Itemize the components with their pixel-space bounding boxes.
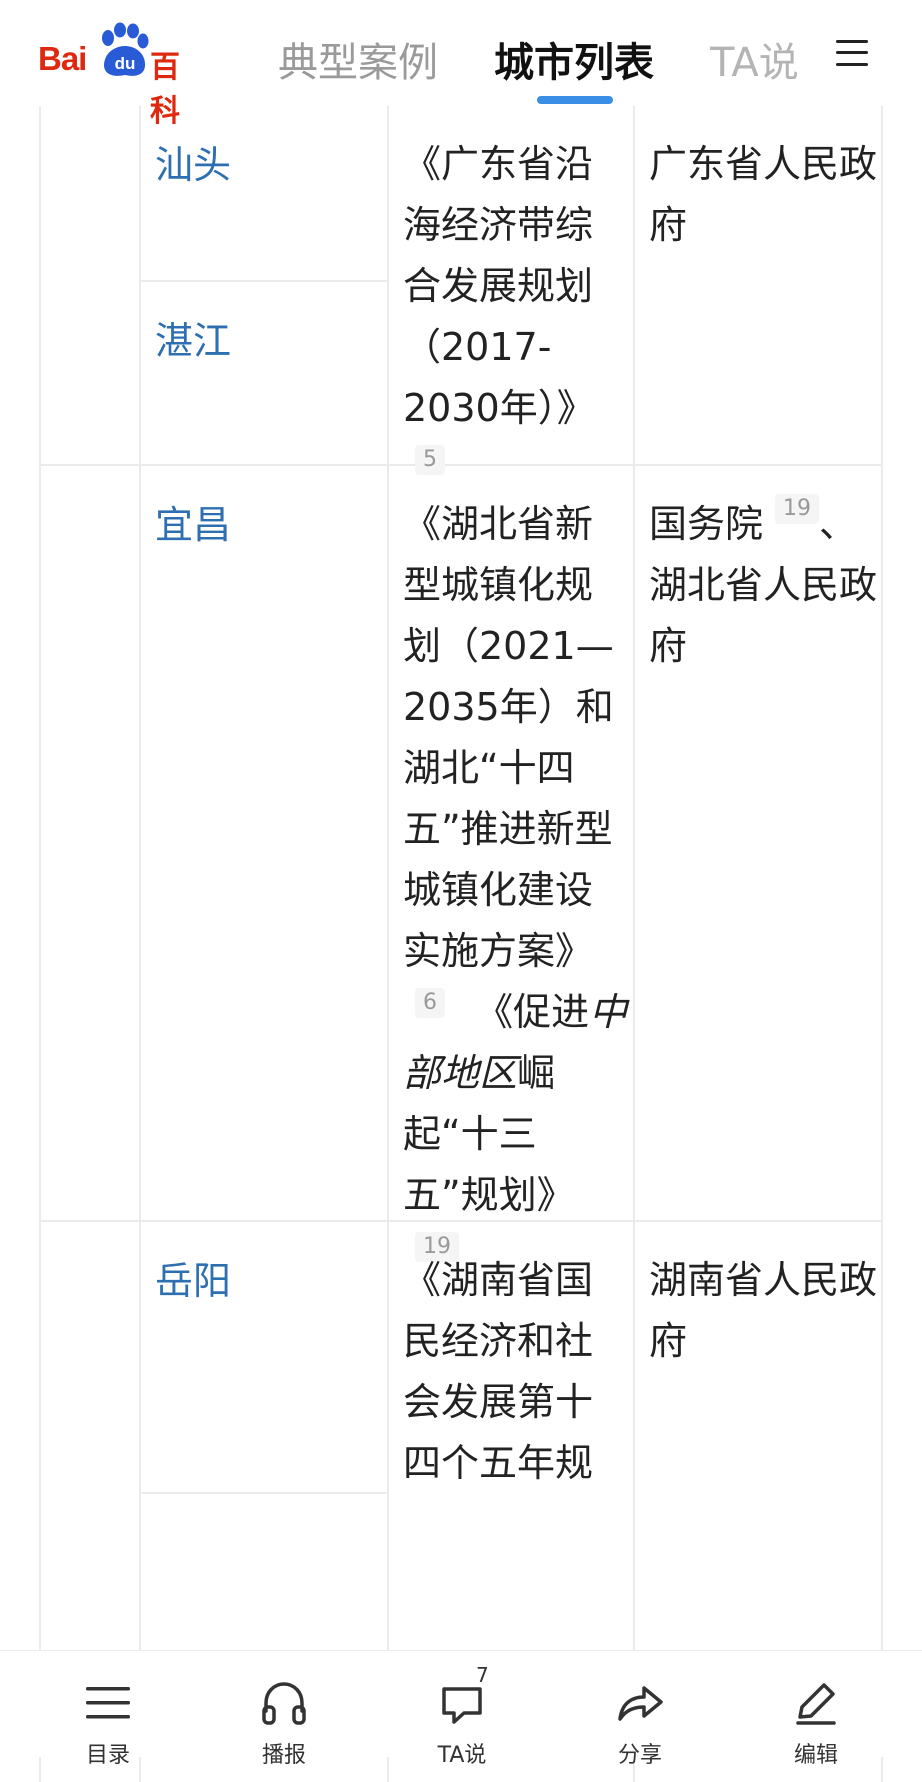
plan-text: 《湖南省国民经济和社会发展第十四个五年规 <box>403 1258 594 1485</box>
catalog-button[interactable]: 目录 <box>48 1651 168 1768</box>
share-label: 分享 <box>617 1743 662 1768</box>
broadcast-label: 播报 <box>261 1743 306 1768</box>
tab-city-list[interactable]: 城市列表 <box>494 30 654 88</box>
broadcast-button[interactable]: 播报 <box>224 1651 344 1768</box>
edit-button[interactable]: 编辑 <box>756 1651 876 1768</box>
headphones-icon <box>262 1682 306 1725</box>
baidu-paw-icon: du <box>102 22 149 76</box>
svg-text:du: du <box>115 54 136 73</box>
government-cell: 国务院 19 、湖北省人民政府 <box>649 494 879 677</box>
government-cell: 广东省人民政府 <box>649 134 879 256</box>
government-cell: 湖南省人民政府 <box>649 1250 879 1372</box>
city-link-yichang[interactable]: 宜昌 <box>155 494 231 549</box>
city-cell: 岳阳 <box>141 1222 387 1494</box>
city-cell: 宜昌 <box>141 466 387 1220</box>
table-row: 汕头 湛江 《广东省沿海经济带综合发展规划（2017-2030年）》 5 广东省… <box>39 106 883 475</box>
bottom-toolbar: 目录 播报 7 TA说 分享 编辑 <box>0 1650 922 1768</box>
city-link-zhanjiang[interactable]: 湛江 <box>155 310 231 365</box>
edit-label: 编辑 <box>793 1743 838 1768</box>
table-row: 宜昌 《湖北省新型城镇化规划（2021—2035年）和湖北“十四五”推进新型城镇… <box>39 466 883 1262</box>
city-cell: 湛江 <box>141 282 387 464</box>
pencil-icon <box>796 1683 836 1725</box>
government-text: 湖南省人民政府 <box>649 1258 878 1363</box>
plan-cell: 《广东省沿海经济带综合发展规划（2017-2030年）》 5 <box>403 134 629 500</box>
government-text: 国务院 <box>649 502 764 546</box>
logo-text-baike: 百科 <box>150 50 180 129</box>
city-list-table: 汕头 湛江 《广东省沿海经济带综合发展规划（2017-2030年）》 5 广东省… <box>39 106 883 1782</box>
list-icon <box>86 1687 130 1719</box>
comment-count-badge: 7 <box>476 1663 489 1687</box>
reference-marker[interactable]: 19 <box>775 494 820 524</box>
plan-text: 《促进中部地区崛起“十三五”规划》 <box>403 990 628 1217</box>
reference-marker[interactable]: 6 <box>415 988 445 1018</box>
top-navigation-bar: Bai du 百科 典型案例 城市列表 TA说 <box>0 0 922 129</box>
tab-typical-cases[interactable]: 典型案例 <box>278 30 438 88</box>
city-link-shantou[interactable]: 汕头 <box>155 134 231 189</box>
tab-ta-says[interactable]: TA说 <box>710 30 810 88</box>
ta-says-label: TA说 <box>437 1743 487 1768</box>
city-cell: 汕头 <box>141 106 387 282</box>
plan-text: 《湖北省新型城镇化规划（2021—2035年）和湖北“十四五”推进新型城镇化建设… <box>403 502 614 973</box>
city-link-yueyang[interactable]: 岳阳 <box>155 1250 231 1305</box>
plan-cell: 《湖北省新型城镇化规划（2021—2035年）和湖北“十四五”推进新型城镇化建设… <box>403 494 629 1287</box>
share-button[interactable]: 分享 <box>580 1651 700 1768</box>
ta-says-button[interactable]: 7 TA说 <box>402 1651 522 1768</box>
catalog-label: 目录 <box>85 1743 130 1768</box>
baidu-baike-logo[interactable]: Bai du 百科 <box>38 22 206 129</box>
plan-text: 《广东省沿海经济带综合发展规划（2017-2030年）》 <box>403 142 595 430</box>
active-tab-indicator <box>537 96 613 104</box>
plan-cell: 《湖南省国民经济和社会发展第十四个五年规 <box>403 1250 629 1494</box>
government-text: 广东省人民政府 <box>649 142 878 247</box>
share-arrow-icon <box>618 1686 663 1721</box>
hamburger-menu-icon[interactable] <box>836 38 868 68</box>
logo-text-bai: Bai <box>38 40 87 77</box>
